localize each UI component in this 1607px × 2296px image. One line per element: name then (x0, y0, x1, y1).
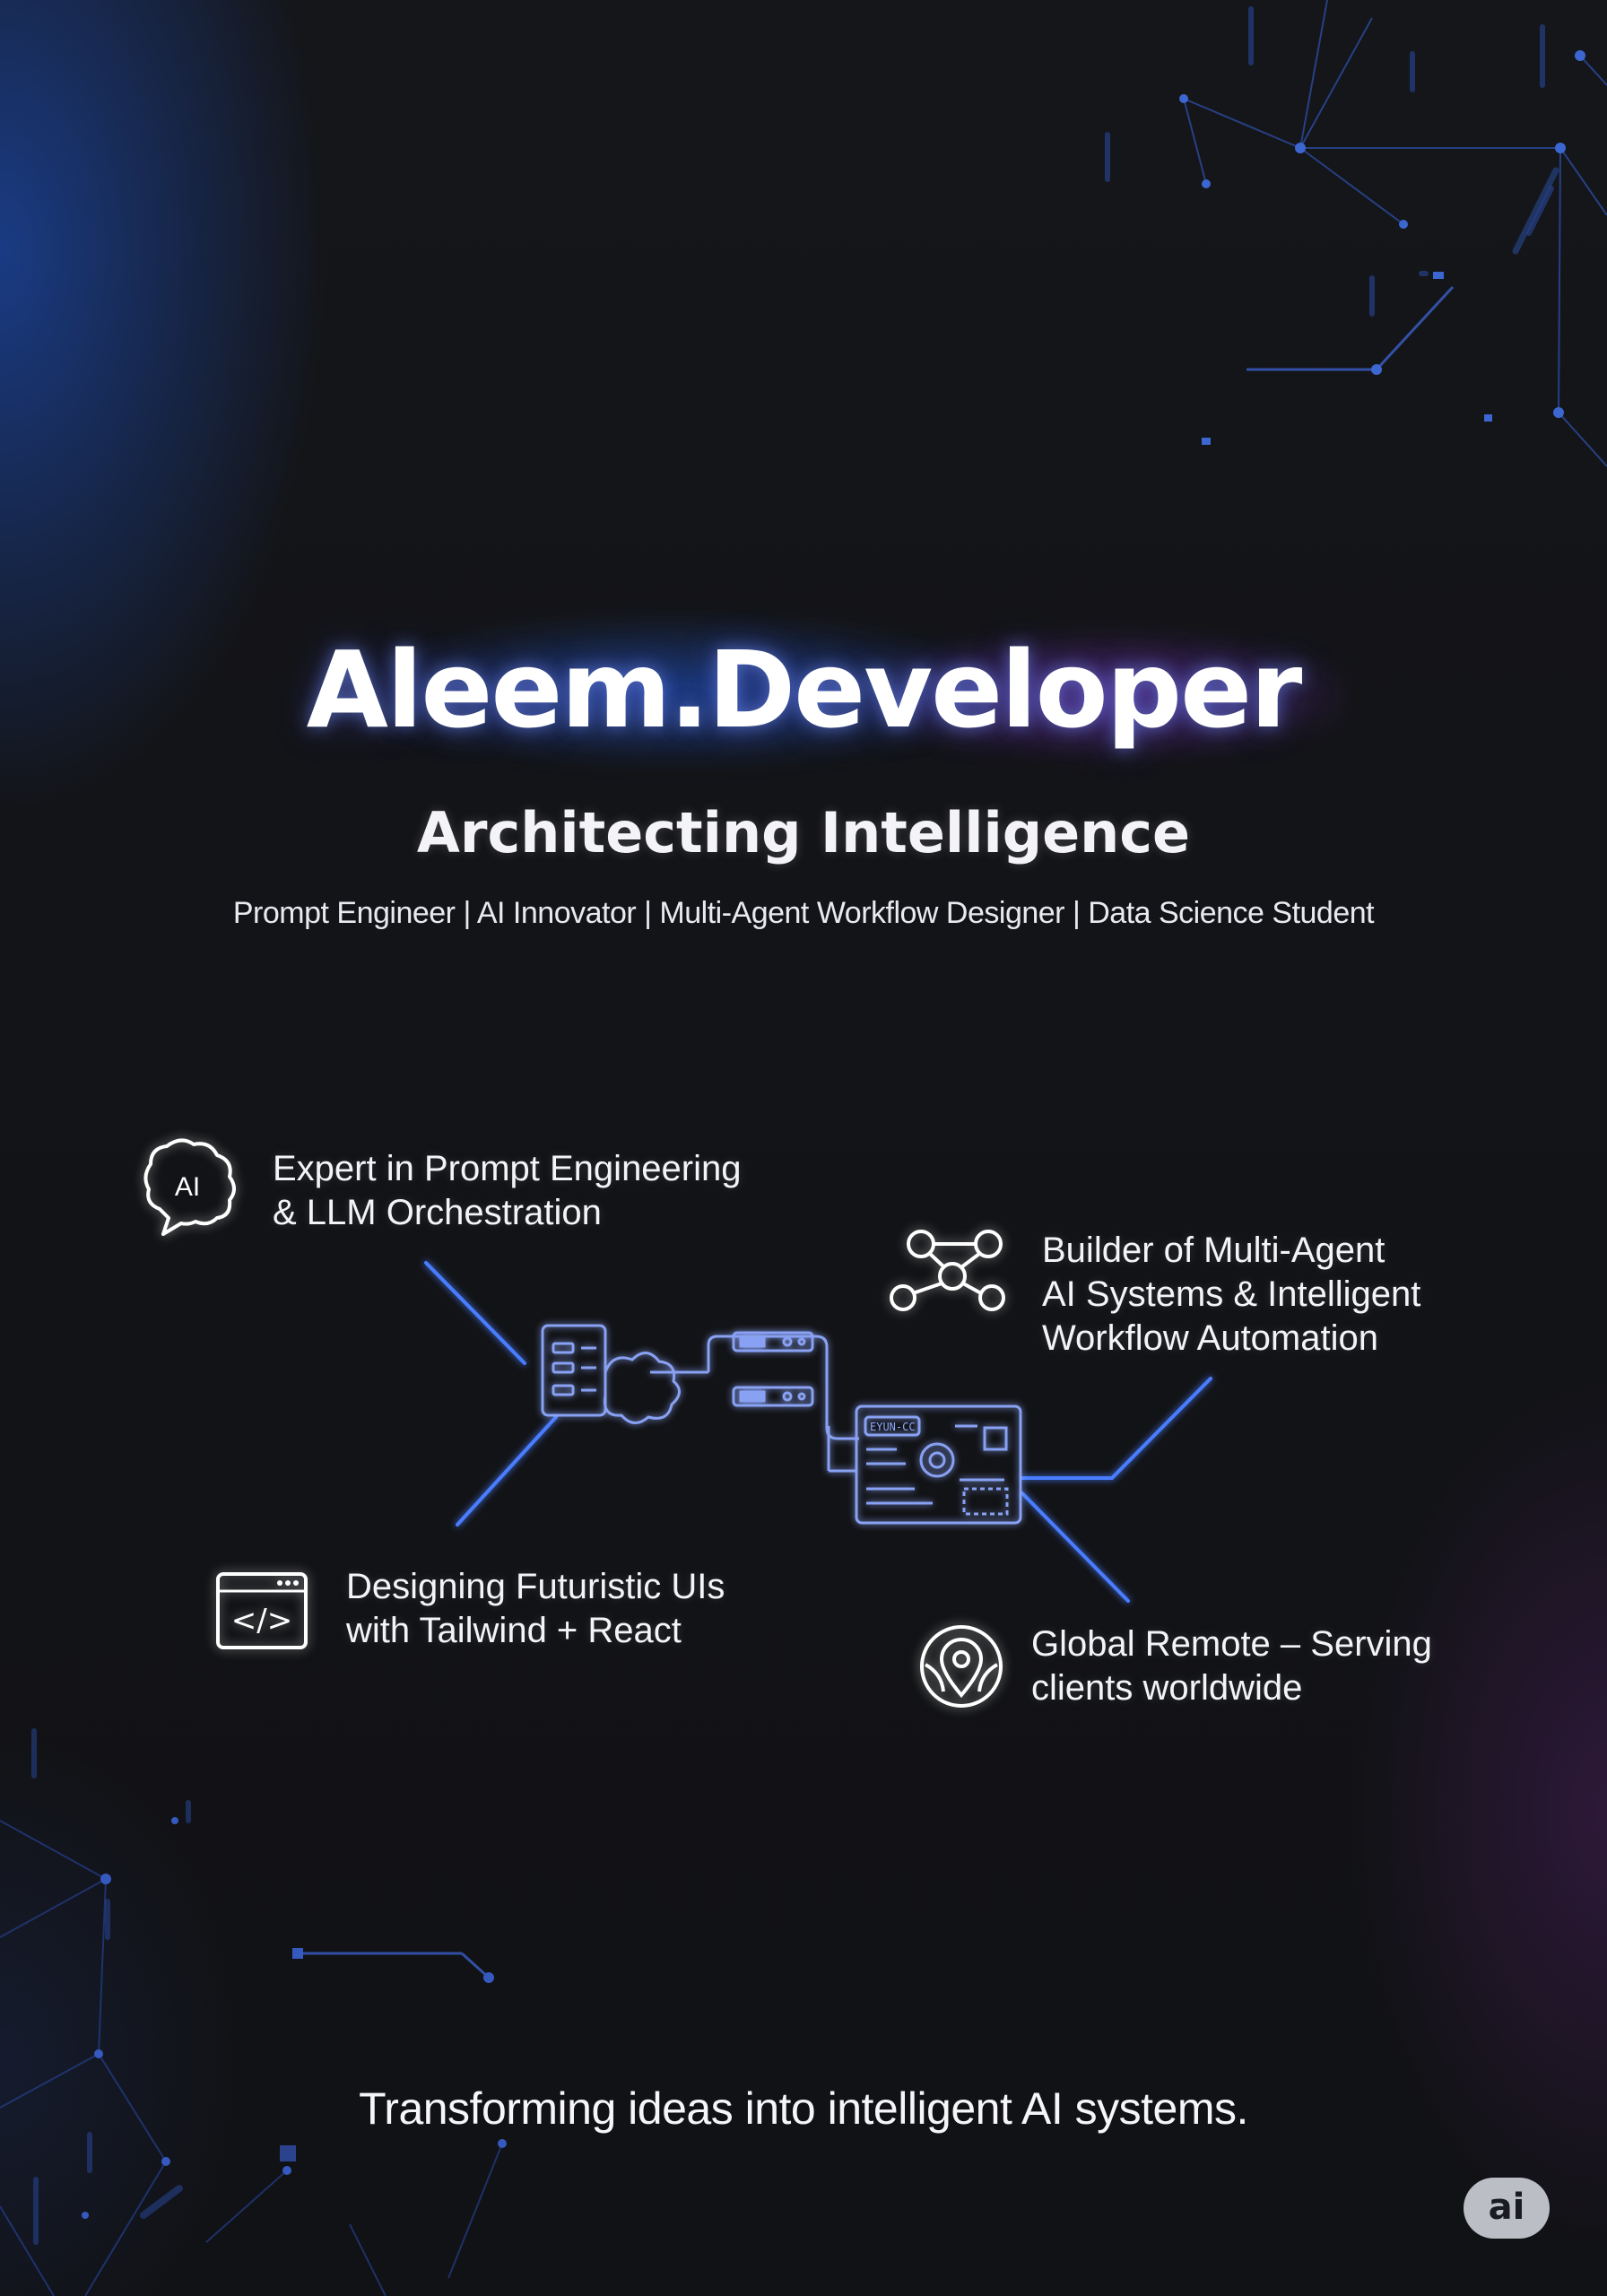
feature-global-remote: Global Remote – Serving clients worldwid… (1031, 1622, 1432, 1710)
feature-text-line: clients worldwide (1031, 1668, 1303, 1708)
feature-text-line: Workflow Automation (1042, 1318, 1378, 1358)
data-pipe-icon (732, 1331, 814, 1407)
feature-multi-agent-systems: Builder of Multi-Agent AI Systems & Inte… (1042, 1229, 1420, 1361)
connector-line (1110, 1377, 1212, 1480)
svg-text:AI: AI (175, 1172, 200, 1202)
footer-tagline: Transforming ideas into intelligent AI s… (359, 2083, 1248, 2134)
poster: Aleem.Developer Architecting Intelligenc… (0, 0, 1607, 2296)
feature-text-line: Builder of Multi-Agent (1042, 1231, 1385, 1270)
feature-text-line: Designing Futuristic UIs (346, 1567, 725, 1606)
server-stack-icon (541, 1324, 607, 1417)
feature-futuristic-uis: Designing Futuristic UIs with Tailwind +… (346, 1565, 725, 1653)
brain-chat-icon: AI (143, 1137, 236, 1236)
connector-line (456, 1415, 558, 1526)
feature-text-line: with Tailwind + React (346, 1611, 682, 1650)
svg-text:</>: </> (231, 1603, 292, 1639)
workflow-diagram: EYUN-CC (424, 1261, 1212, 1603)
connector-line (424, 1261, 526, 1365)
feature-text-line: Expert in Prompt Engineering (273, 1149, 742, 1188)
neural-brain-icon (603, 1352, 681, 1424)
map-pin-globe-icon (918, 1623, 1004, 1709)
code-window-icon: </> (215, 1571, 308, 1650)
feature-prompt-engineering: Expert in Prompt Engineering & LLM Orche… (273, 1147, 742, 1235)
panel-label: EYUN-CC (870, 1421, 916, 1433)
ai-badge: ai (1464, 2178, 1550, 2239)
network-nodes-icon (888, 1224, 1008, 1314)
feature-text-line: AI Systems & Intelligent (1042, 1274, 1421, 1314)
feature-text-line: Global Remote – Serving (1031, 1624, 1432, 1664)
feature-text-line: & LLM Orchestration (273, 1193, 602, 1232)
connector-line (1021, 1492, 1130, 1603)
